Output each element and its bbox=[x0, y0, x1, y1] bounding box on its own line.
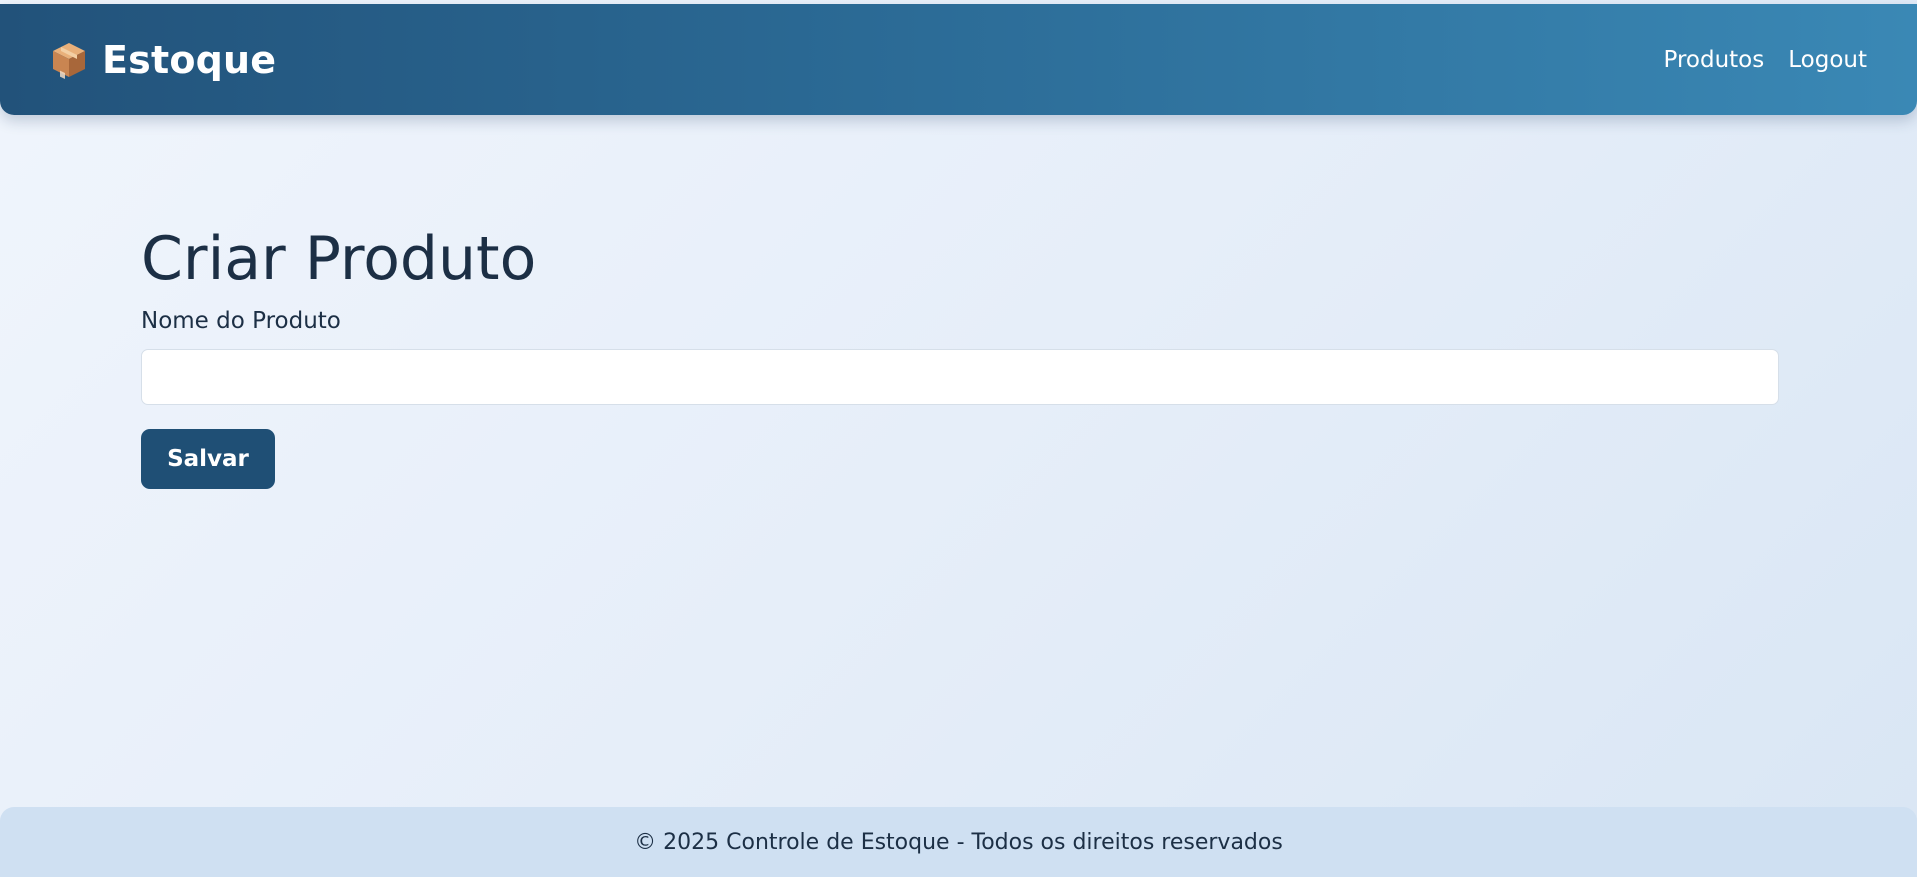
footer-copyright: © 2025 Controle de Estoque - Todos os di… bbox=[634, 829, 1283, 855]
product-name-label: Nome do Produto bbox=[141, 308, 341, 334]
brand-link[interactable]: Estoque bbox=[50, 38, 276, 82]
nav-links: Produtos Logout bbox=[1664, 47, 1868, 73]
nav-link-produtos[interactable]: Produtos bbox=[1664, 47, 1765, 73]
main-content: Criar Produto Nome do Produto Salvar bbox=[141, 220, 1779, 489]
package-box-icon bbox=[50, 40, 88, 80]
product-name-input[interactable] bbox=[141, 349, 1779, 405]
page-title: Criar Produto bbox=[141, 224, 537, 294]
footer: © 2025 Controle de Estoque - Todos os di… bbox=[0, 807, 1917, 877]
navbar: Estoque Produtos Logout bbox=[0, 4, 1917, 115]
nav-link-logout[interactable]: Logout bbox=[1788, 47, 1867, 73]
save-button[interactable]: Salvar bbox=[141, 429, 275, 489]
create-product-form: Nome do Produto Salvar bbox=[141, 308, 1779, 489]
brand-title: Estoque bbox=[102, 37, 277, 82]
